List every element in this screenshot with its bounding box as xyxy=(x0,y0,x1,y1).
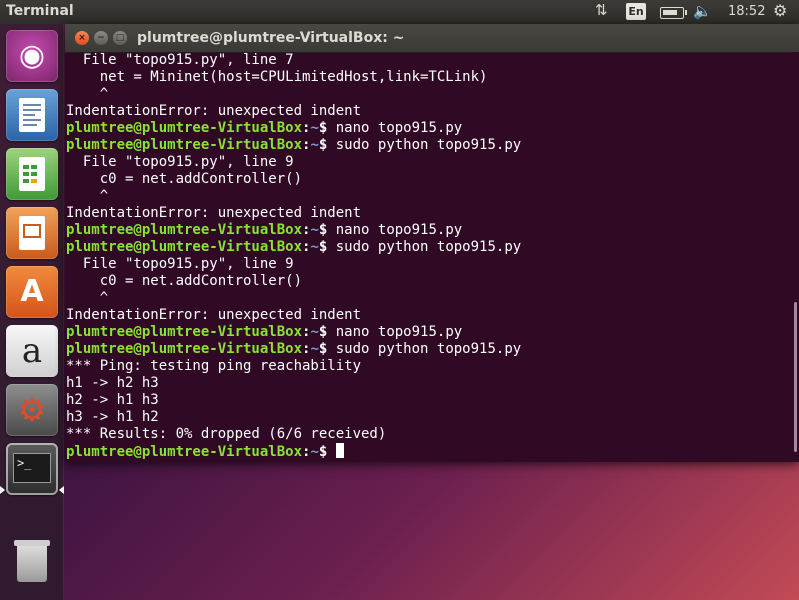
prompt-user: plumtree@plumtree-VirtualBox xyxy=(66,120,303,136)
trash-icon xyxy=(14,540,50,582)
prompt-symbol: $ xyxy=(318,222,336,238)
terminal-prompt-line: plumtree@plumtree-VirtualBox:~$ sudo pyt… xyxy=(66,239,790,256)
volume-icon[interactable]: 🔈 xyxy=(693,2,712,20)
libreoffice-writer-button[interactable] xyxy=(6,89,58,141)
prompt-path: ~ xyxy=(310,137,319,153)
libreoffice-calc-button[interactable] xyxy=(6,148,58,200)
active-app-title: Terminal xyxy=(6,3,74,19)
prompt-path: ~ xyxy=(310,324,319,340)
terminal-output[interactable]: File "topo915.py", line 7 net = Mininet(… xyxy=(66,52,790,462)
window-title: plumtree@plumtree-VirtualBox: ~ xyxy=(137,30,405,46)
top-panel: Terminal ⇅ En 🔈 18:52 ⚙ xyxy=(0,0,799,24)
command-text: nano topo915.py xyxy=(335,324,463,340)
scrollbar[interactable] xyxy=(792,52,799,462)
terminal-output-line: IndentationError: unexpected indent xyxy=(66,307,362,323)
terminal-prompt-line: plumtree@plumtree-VirtualBox:~$ sudo pyt… xyxy=(66,341,790,358)
command-text: nano topo915.py xyxy=(335,222,463,238)
running-indicator-icon xyxy=(0,486,5,494)
terminal-prompt-line: plumtree@plumtree-VirtualBox:~$ sudo pyt… xyxy=(66,137,790,154)
prompt-path: ~ xyxy=(310,444,319,460)
ubuntu-logo-icon: ◉ xyxy=(18,38,46,73)
terminal-output-line: h2 -> h1 h3 xyxy=(66,392,159,408)
prompt-user: plumtree@plumtree-VirtualBox xyxy=(66,222,303,238)
calc-spreadsheet-icon xyxy=(19,157,45,191)
prompt-path: ~ xyxy=(310,222,319,238)
system-settings-button[interactable]: ⚙ xyxy=(6,384,58,436)
maximize-button[interactable]: □ xyxy=(113,31,127,45)
terminal-output-line: h1 -> h2 h3 xyxy=(66,375,159,391)
network-icon[interactable]: ⇅ xyxy=(595,1,608,19)
terminal-window[interactable]: × − □ plumtree@plumtree-VirtualBox: ~ Fi… xyxy=(65,24,799,462)
command-text: nano topo915.py xyxy=(335,120,463,136)
prompt-user: plumtree@plumtree-VirtualBox xyxy=(66,137,303,153)
terminal-output-line: File "topo915.py", line 7 xyxy=(66,52,294,68)
terminal-output-line: h3 -> h1 h2 xyxy=(66,409,159,425)
scrollbar-thumb[interactable] xyxy=(794,302,797,452)
close-button[interactable]: × xyxy=(75,31,89,45)
terminal-output-line: File "topo915.py", line 9 xyxy=(66,154,294,170)
software-center-icon: A xyxy=(20,274,44,309)
terminal-output-line: ^ xyxy=(66,188,109,204)
settings-gear-icon[interactable]: ⚙ xyxy=(773,1,787,20)
terminal-icon: >_ xyxy=(13,453,51,483)
window-titlebar[interactable]: × − □ plumtree@plumtree-VirtualBox: ~ xyxy=(65,24,799,53)
focused-indicator-icon xyxy=(59,486,64,494)
terminal-prompt-line: plumtree@plumtree-VirtualBox:~$ nano top… xyxy=(66,222,790,239)
terminal-output-line: c0 = net.addController() xyxy=(66,273,303,289)
dash-button[interactable]: ◉ xyxy=(6,30,58,82)
prompt-symbol: $ xyxy=(318,444,336,460)
terminal-output-line: IndentationError: unexpected indent xyxy=(66,103,362,119)
prompt-path: ~ xyxy=(310,239,319,255)
battery-icon[interactable] xyxy=(660,7,687,19)
keyboard-layout-indicator[interactable]: En xyxy=(626,3,646,20)
prompt-user: plumtree@plumtree-VirtualBox xyxy=(66,341,303,357)
terminal-output-line: net = Mininet(host=CPULimitedHost,link=T… xyxy=(66,69,488,85)
terminal-prompt-line: plumtree@plumtree-VirtualBox:~$ xyxy=(66,443,790,460)
terminal-output-line: *** Ping: testing ping reachability xyxy=(66,358,362,374)
command-text: sudo python topo915.py xyxy=(335,341,522,357)
libreoffice-impress-button[interactable] xyxy=(6,207,58,259)
command-text: sudo python topo915.py xyxy=(335,239,522,255)
amazon-icon: a xyxy=(21,331,43,371)
prompt-user: plumtree@plumtree-VirtualBox xyxy=(66,324,303,340)
prompt-path: ~ xyxy=(310,120,319,136)
prompt-symbol: $ xyxy=(318,324,336,340)
prompt-symbol: $ xyxy=(318,341,336,357)
prompt-user: plumtree@plumtree-VirtualBox xyxy=(66,444,303,460)
prompt-symbol: $ xyxy=(318,120,336,136)
ubuntu-software-button[interactable]: A xyxy=(6,266,58,318)
terminal-output-line: ^ xyxy=(66,290,109,306)
terminal-prompt-line: plumtree@plumtree-VirtualBox:~$ nano top… xyxy=(66,120,790,137)
terminal-output-line: ^ xyxy=(66,86,109,102)
command-text: sudo python topo915.py xyxy=(335,137,522,153)
prompt-symbol: $ xyxy=(318,239,336,255)
clock[interactable]: 18:52 xyxy=(728,4,765,19)
terminal-output-line: File "topo915.py", line 9 xyxy=(66,256,294,272)
minimize-button[interactable]: − xyxy=(94,31,108,45)
amazon-button[interactable]: a xyxy=(6,325,58,377)
writer-document-icon xyxy=(19,98,45,132)
prompt-path: ~ xyxy=(310,341,319,357)
terminal-output-line: IndentationError: unexpected indent xyxy=(66,205,362,221)
impress-presentation-icon xyxy=(19,216,45,250)
settings-tools-icon: ⚙ xyxy=(17,391,47,429)
text-cursor xyxy=(335,443,344,458)
launcher: ◉ A a ⚙ >_ xyxy=(0,24,64,600)
terminal-output-line: *** Results: 0% dropped (6/6 received) xyxy=(66,426,387,442)
trash-button[interactable] xyxy=(6,538,58,590)
terminal-prompt-line: plumtree@plumtree-VirtualBox:~$ nano top… xyxy=(66,324,790,341)
prompt-symbol: $ xyxy=(318,137,336,153)
terminal-button[interactable]: >_ xyxy=(6,443,58,495)
prompt-user: plumtree@plumtree-VirtualBox xyxy=(66,239,303,255)
terminal-output-line: c0 = net.addController() xyxy=(66,171,303,187)
